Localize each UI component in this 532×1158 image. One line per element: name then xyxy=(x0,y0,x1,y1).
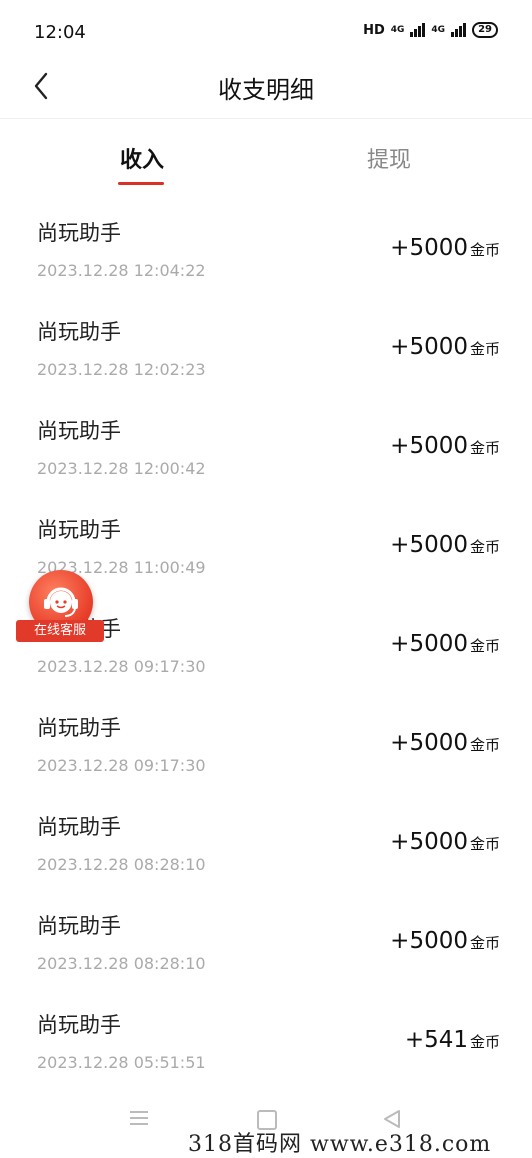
record-name: 尚玩助手 xyxy=(37,221,121,245)
record-time: 2023.12.28 08:28:10 xyxy=(37,954,206,973)
amount-value: +5000 xyxy=(390,631,468,657)
amount-unit: 金币 xyxy=(469,241,500,259)
amount-unit: 金币 xyxy=(469,637,500,655)
headset-icon xyxy=(44,587,78,617)
status-time: 12:04 xyxy=(34,22,86,43)
signal-1-icon xyxy=(410,23,426,37)
record-name: 尚玩助手 xyxy=(37,716,121,740)
status-bar: 12:04 HD 4G 4G 29 xyxy=(0,0,532,64)
tab-withdraw[interactable]: 提现 xyxy=(367,142,411,174)
amount-unit: 金币 xyxy=(469,1033,500,1051)
tab-bar: 收入 提现 xyxy=(0,142,532,192)
record-amount: +541 金币 xyxy=(405,1027,500,1053)
list-item[interactable]: 尚玩助手 2023.12.28 05:51:51 +541 金币 xyxy=(0,1009,532,1108)
record-amount: +5000 金币 xyxy=(390,433,500,459)
record-time: 2023.12.28 05:51:51 xyxy=(37,1053,206,1072)
menu-icon[interactable] xyxy=(128,1108,150,1128)
record-time: 2023.12.28 12:02:23 xyxy=(37,360,206,379)
record-amount: +5000 金币 xyxy=(390,928,500,954)
amount-value: +5000 xyxy=(390,433,468,459)
amount-value: +5000 xyxy=(390,334,468,360)
header: 收支明细 xyxy=(0,64,532,119)
customer-service-label: 在线客服 xyxy=(16,620,104,642)
active-tab-indicator xyxy=(118,182,164,185)
record-amount: +5000 金币 xyxy=(390,532,500,558)
amount-value: +5000 xyxy=(390,730,468,756)
record-amount: +5000 金币 xyxy=(390,730,500,756)
list-item[interactable]: 尚玩助手 2023.12.28 08:28:10 +5000 金币 xyxy=(0,811,532,910)
record-name: 尚玩助手 xyxy=(37,320,121,344)
amount-unit: 金币 xyxy=(469,934,500,952)
amount-value: +5000 xyxy=(390,928,468,954)
record-amount: +5000 金币 xyxy=(390,829,500,855)
hd-indicator: HD xyxy=(363,22,385,38)
record-time: 2023.12.28 12:00:42 xyxy=(37,459,206,478)
amount-value: +5000 xyxy=(390,532,468,558)
amount-value: +5000 xyxy=(390,235,468,261)
record-name: 尚玩助手 xyxy=(37,1013,121,1037)
amount-unit: 金币 xyxy=(469,835,500,853)
record-name: 尚玩助手 xyxy=(37,914,121,938)
list-item[interactable]: 尚玩助手 2023.12.28 09:17:30 +5000 金币 xyxy=(0,712,532,811)
amount-unit: 金币 xyxy=(469,736,500,754)
amount-value: +5000 xyxy=(390,829,468,855)
page-title: 收支明细 xyxy=(218,76,314,104)
list-item[interactable]: 尚玩助手 2023.12.28 12:00:42 +5000 金币 xyxy=(0,415,532,514)
record-time: 2023.12.28 09:17:30 xyxy=(37,657,206,676)
record-time: 2023.12.28 08:28:10 xyxy=(37,855,206,874)
record-name: 尚玩助手 xyxy=(37,419,121,443)
tab-income[interactable]: 收入 xyxy=(120,142,164,174)
signal-2-icon xyxy=(451,23,467,37)
record-amount: +5000 金币 xyxy=(390,334,500,360)
list-item[interactable]: 尚玩助手 2023.12.28 08:28:10 +5000 金币 xyxy=(0,910,532,1009)
record-amount: +5000 金币 xyxy=(390,631,500,657)
amount-unit: 金币 xyxy=(469,340,500,358)
amount-unit: 金币 xyxy=(469,538,500,556)
record-time: 2023.12.28 12:04:22 xyxy=(37,261,206,280)
record-amount: +5000 金币 xyxy=(390,235,500,261)
battery-icon: 29 xyxy=(472,22,498,38)
record-name: 尚玩助手 xyxy=(37,518,121,542)
signal-2-label: 4G xyxy=(431,25,446,35)
amount-unit: 金币 xyxy=(469,439,500,457)
signal-1-label: 4G xyxy=(390,25,405,35)
customer-service-button[interactable]: 在线客服 xyxy=(14,570,106,646)
record-name: 尚玩助手 xyxy=(37,815,121,839)
list-item[interactable]: 尚玩助手 2023.12.28 12:02:23 +5000 金币 xyxy=(0,316,532,415)
watermark-text: 318首码网 www.e318.com xyxy=(188,1132,492,1157)
status-icons: HD 4G 4G 29 xyxy=(363,22,498,38)
amount-value: +541 xyxy=(404,1027,468,1053)
record-time: 2023.12.28 09:17:30 xyxy=(37,756,206,775)
list-item[interactable]: 尚玩助手 2023.12.28 12:04:22 +5000 金币 xyxy=(0,217,532,316)
